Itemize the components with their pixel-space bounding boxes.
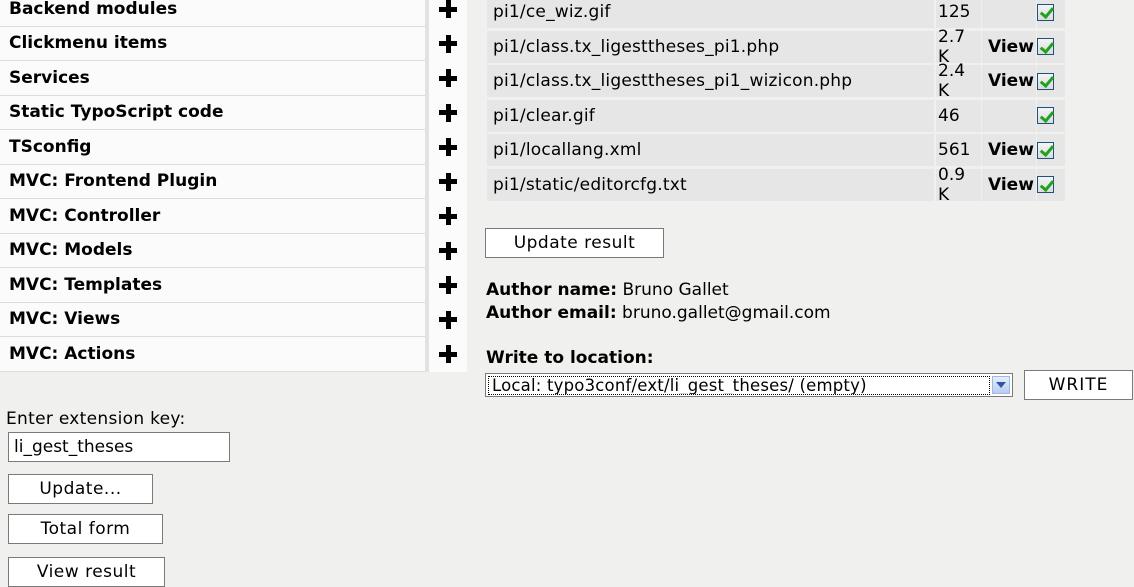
file-row: pi1/locallang.xml 561 View — [487, 134, 1099, 166]
file-row: pi1/ce_wiz.gif 125 — [487, 0, 1099, 28]
file-size: 46 — [936, 99, 981, 132]
add-icon[interactable] — [439, 138, 457, 157]
author-email: Author email: bruno.gallet@gmail.com — [486, 303, 831, 323]
include-checkbox[interactable] — [1037, 141, 1054, 159]
file-size: 2.7 K — [936, 27, 981, 67]
author-email-label: Author email: — [486, 303, 617, 323]
write-button[interactable]: WRITE — [1024, 370, 1133, 400]
file-row: pi1/class.tx_ligesttheses_pi1.php 2.7 K … — [487, 27, 1099, 67]
author-email-value: bruno.gallet@gmail.com — [622, 303, 831, 323]
menu-row[interactable]: MVC: Actions — [0, 337, 467, 372]
view-link[interactable]: View — [982, 30, 1036, 63]
add-icon[interactable] — [439, 103, 457, 122]
menu-row[interactable]: MVC: Views — [0, 302, 467, 337]
add-icon[interactable] — [439, 207, 457, 226]
total-form-button[interactable]: Total form — [8, 514, 163, 544]
add-icon[interactable] — [439, 276, 457, 295]
menu-item-label: MVC: Actions — [0, 337, 425, 372]
file-row: pi1/static/editorcfg.txt 0.9 K View — [487, 165, 1099, 205]
view-link — [982, 0, 1036, 28]
file-name: pi1/class.tx_ligesttheses_pi1_wizicon.ph… — [487, 65, 934, 97]
file-row: pi1/class.tx_ligesttheses_pi1_wizicon.ph… — [487, 61, 1099, 101]
add-icon[interactable] — [439, 310, 457, 329]
menu-row[interactable]: MVC: Frontend Plugin — [0, 164, 467, 199]
menu-item-label: TSconfig — [0, 130, 425, 165]
menu-row[interactable]: Backend modules — [0, 0, 467, 27]
file-size: 0.9 K — [936, 165, 981, 205]
include-checkbox[interactable] — [1037, 38, 1054, 55]
menu-row[interactable]: Services — [0, 61, 467, 96]
view-result-button[interactable]: View result — [8, 557, 165, 587]
file-name: pi1/locallang.xml — [487, 134, 934, 166]
include-checkbox[interactable] — [1037, 107, 1054, 124]
include-checkbox[interactable] — [1037, 72, 1054, 90]
include-checkbox[interactable] — [1037, 3, 1054, 21]
author-name: Author name: Bruno Gallet — [486, 280, 729, 300]
menu-row[interactable]: Static TypoScript code — [0, 95, 467, 130]
file-size: 125 — [936, 0, 981, 28]
menu-item-label: Clickmenu items — [0, 27, 425, 61]
file-name: pi1/ce_wiz.gif — [487, 0, 934, 28]
file-size: 2.4 K — [936, 61, 981, 101]
menu-item-label: MVC: Templates — [0, 268, 425, 303]
view-link[interactable]: View — [982, 134, 1036, 166]
file-size: 561 — [936, 134, 981, 166]
file-name: pi1/static/editorcfg.txt — [487, 168, 934, 201]
menu-item-label: Services — [0, 61, 425, 96]
menu-item-label: MVC: Frontend Plugin — [0, 165, 425, 199]
file-row: pi1/clear.gif 46 — [487, 99, 1099, 132]
add-icon[interactable] — [439, 241, 457, 260]
author-name-label: Author name: — [486, 280, 618, 300]
chevron-down-icon[interactable] — [992, 376, 1010, 394]
add-icon[interactable] — [439, 0, 457, 19]
update-result-button[interactable]: Update result — [485, 228, 664, 258]
extension-key-input[interactable] — [8, 432, 230, 462]
write-location-selected: Local: typo3conf/ext/li_gest_theses/ (em… — [488, 375, 990, 395]
add-icon[interactable] — [439, 34, 457, 53]
add-icon[interactable] — [439, 172, 457, 191]
section-menu: Backend modules Clickmenu items Services… — [0, 0, 467, 372]
write-location-label: Write to location: — [486, 348, 654, 368]
menu-row[interactable]: MVC: Controller — [0, 199, 467, 234]
menu-item-label: MVC: Models — [0, 234, 425, 268]
menu-row[interactable]: Clickmenu items — [0, 26, 467, 61]
write-location-select[interactable]: Local: typo3conf/ext/li_gest_theses/ (em… — [485, 373, 1013, 397]
menu-item-label: MVC: Views — [0, 303, 425, 337]
update-button[interactable]: Update... — [8, 474, 153, 504]
file-name: pi1/clear.gif — [487, 99, 934, 132]
author-name-value: Bruno Gallet — [622, 280, 729, 300]
menu-item-label: MVC: Controller — [0, 199, 425, 234]
menu-row[interactable]: TSconfig — [0, 130, 467, 165]
file-list: pi1/ce_wiz.gif 125 pi1/class.tx_ligestth… — [487, 0, 1099, 205]
extension-key-label: Enter extension key: — [6, 409, 186, 429]
menu-item-label: Backend modules — [0, 0, 425, 27]
view-link[interactable]: View — [982, 168, 1036, 201]
view-link[interactable]: View — [982, 65, 1036, 97]
menu-item-label: Static TypoScript code — [0, 96, 425, 130]
menu-row[interactable]: MVC: Models — [0, 233, 467, 268]
add-icon[interactable] — [439, 69, 457, 88]
include-checkbox[interactable] — [1037, 176, 1054, 193]
add-icon[interactable] — [439, 345, 457, 364]
file-name: pi1/class.tx_ligesttheses_pi1.php — [487, 30, 934, 63]
menu-row[interactable]: MVC: Templates — [0, 268, 467, 303]
view-link — [982, 99, 1036, 132]
